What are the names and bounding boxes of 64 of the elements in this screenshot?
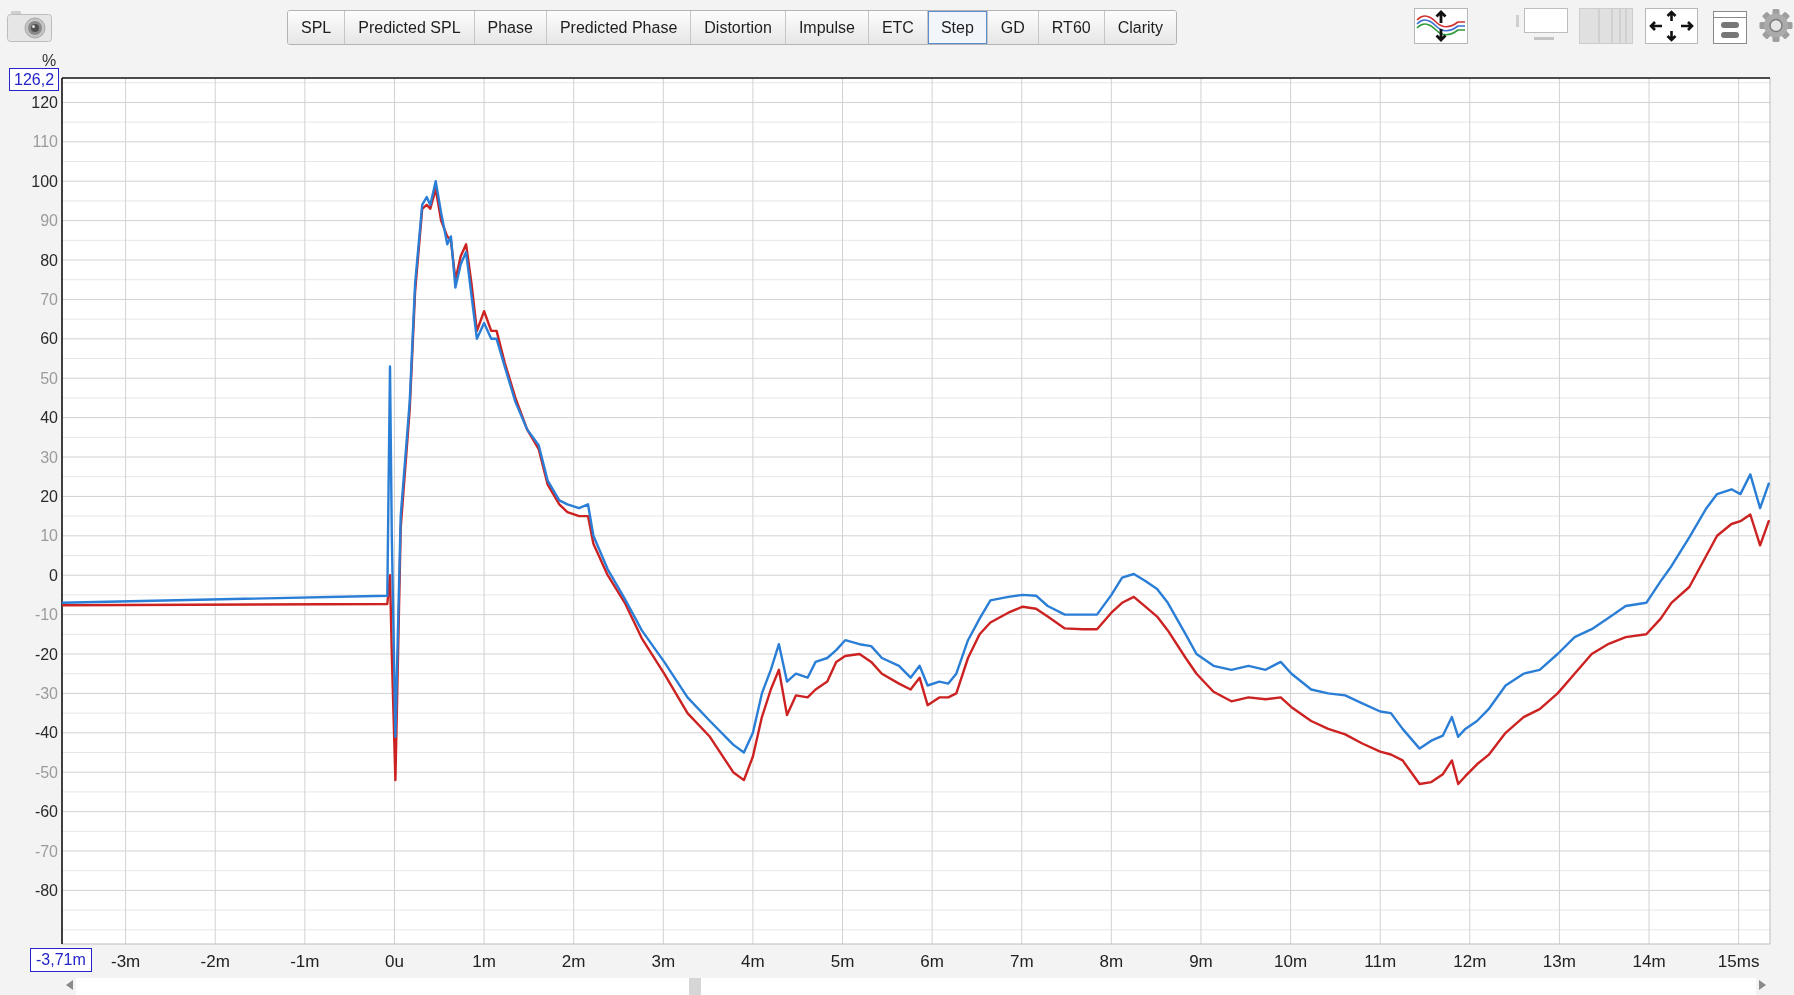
- view-tab[interactable]: Predicted Phase: [545, 11, 691, 44]
- y-tick-label: -80: [34, 881, 58, 899]
- x-tick-label: -2m: [200, 952, 230, 971]
- monitor-icon[interactable]: [1516, 8, 1568, 41]
- y-tick-label: -20: [34, 645, 58, 663]
- x-tick-label: 3m: [651, 952, 676, 971]
- view-tab[interactable]: Step: [926, 11, 987, 44]
- x-tick-label: 7m: [1009, 952, 1034, 971]
- view-tab[interactable]: Phase: [473, 11, 546, 44]
- y-tick-label: -60: [34, 803, 58, 821]
- view-tab[interactable]: Predicted SPL: [344, 11, 474, 44]
- x-tick-label: 10m: [1274, 952, 1308, 971]
- x-tick-label: -1m: [290, 952, 320, 971]
- scrollbar-track[interactable]: [76, 978, 1756, 995]
- x-tick-label: 4m: [741, 952, 765, 971]
- view-tab[interactable]: ETC: [867, 11, 927, 44]
- scroll-left-icon[interactable]: [66, 980, 73, 990]
- camera-icon[interactable]: [7, 10, 52, 42]
- y-tick-label: -70: [34, 842, 58, 860]
- move-arrows-icon[interactable]: [1645, 8, 1698, 44]
- x-min-field[interactable]: -3,71m: [30, 948, 92, 972]
- y-tick-label: 30: [40, 448, 58, 466]
- y-tick-label: 70: [40, 290, 58, 308]
- y-tick-label: 10: [40, 527, 58, 545]
- x-tick-label: -3m: [111, 952, 141, 971]
- y-tick-label: 60: [40, 330, 58, 348]
- y-tick-label: 90: [40, 212, 58, 230]
- x-tick-label: 0u: [385, 952, 404, 971]
- x-tick-label: 8m: [1099, 952, 1124, 971]
- y-tick-label: -40: [34, 724, 58, 742]
- x-tick-label: 6m: [920, 952, 944, 971]
- x-tick-label: 1m: [472, 952, 496, 971]
- y-tick-label: -30: [34, 684, 58, 702]
- y-tick-label: -50: [34, 763, 58, 781]
- y-tick-label: 50: [40, 369, 58, 387]
- view-tab[interactable]: Impulse: [784, 11, 868, 44]
- view-tab[interactable]: SPL: [288, 11, 345, 44]
- scrollbar-thumb[interactable]: [689, 978, 701, 995]
- y-tick-label: 80: [40, 251, 58, 269]
- x-tick-label: 15ms: [1717, 952, 1760, 971]
- x-tick-label: 9m: [1189, 952, 1213, 971]
- y-tick-label: 40: [40, 409, 58, 427]
- y-tick-label: 100: [31, 172, 58, 190]
- view-tab[interactable]: Clarity: [1103, 11, 1177, 44]
- settings-icon[interactable]: [1759, 8, 1793, 43]
- wave-arrows-icon[interactable]: [1414, 8, 1468, 44]
- x-tick-label: 2m: [561, 952, 586, 971]
- view-tab[interactable]: RT60: [1037, 11, 1104, 44]
- scroll-right-icon[interactable]: [1759, 980, 1766, 990]
- y-tick-label: 110: [32, 133, 58, 151]
- y-tick-label: 0: [49, 566, 58, 584]
- view-tab[interactable]: GD: [986, 11, 1038, 44]
- x-tick-label: 5m: [830, 952, 855, 971]
- x-tick-label: 14m: [1632, 952, 1666, 971]
- y-max-field[interactable]: 126,2: [9, 68, 60, 91]
- list-window-icon[interactable]: [1713, 11, 1747, 44]
- x-tick-label: 12m: [1453, 952, 1487, 971]
- y-tick-label: -10: [34, 606, 58, 624]
- y-tick-label: 120: [31, 93, 58, 111]
- y-axis-unit-label: %: [41, 52, 57, 69]
- view-tab[interactable]: Distortion: [690, 11, 785, 44]
- x-tick-label: 11m: [1364, 952, 1397, 971]
- y-tick-label: 20: [40, 487, 58, 505]
- x-tick-label: 13m: [1542, 952, 1576, 971]
